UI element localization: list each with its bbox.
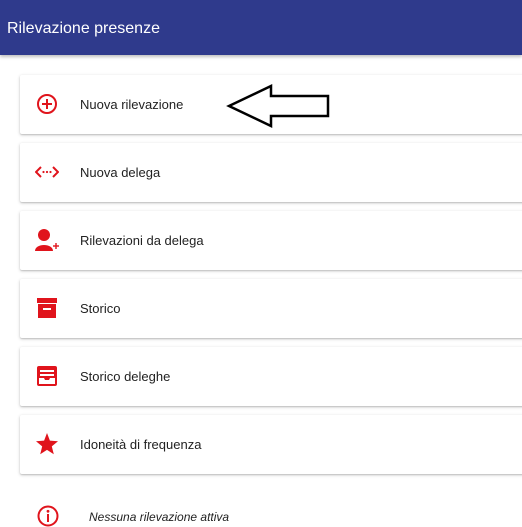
app-window: Rilevazione presenze Nuova rilevazione N… bbox=[0, 0, 522, 527]
info-icon bbox=[37, 505, 59, 527]
plus-circle-icon bbox=[34, 91, 60, 117]
menu-item-label: Nuova rilevazione bbox=[80, 97, 184, 112]
inbox-tray-icon bbox=[34, 363, 60, 389]
archive-icon bbox=[34, 295, 60, 321]
menu-item-nuova-delega[interactable]: Nuova delega bbox=[20, 143, 522, 202]
status-message: Nessuna rilevazione attiva bbox=[37, 505, 522, 527]
status-text: Nessuna rilevazione attiva bbox=[89, 510, 230, 524]
menu-item-label: Nuova delega bbox=[80, 165, 161, 180]
star-icon bbox=[34, 431, 60, 457]
menu-item-idoneita-di-frequenza[interactable]: Idoneità di frequenza bbox=[20, 415, 522, 474]
page-title: Rilevazione presenze bbox=[7, 20, 160, 37]
menu-item-storico[interactable]: Storico bbox=[20, 279, 522, 338]
code-arrows-icon bbox=[34, 159, 60, 185]
menu-item-label: Storico bbox=[80, 301, 121, 316]
person-plus-icon bbox=[34, 227, 60, 253]
menu-item-label: Rilevazioni da delega bbox=[80, 233, 204, 248]
pointer-arrow-icon bbox=[226, 84, 330, 128]
app-header: Rilevazione presenze bbox=[0, 0, 522, 55]
menu-item-label: Storico deleghe bbox=[80, 369, 171, 384]
menu-item-storico-deleghe[interactable]: Storico deleghe bbox=[20, 347, 522, 406]
menu-item-label: Idoneità di frequenza bbox=[80, 437, 202, 452]
menu-item-rilevazioni-da-delega[interactable]: Rilevazioni da delega bbox=[20, 211, 522, 270]
